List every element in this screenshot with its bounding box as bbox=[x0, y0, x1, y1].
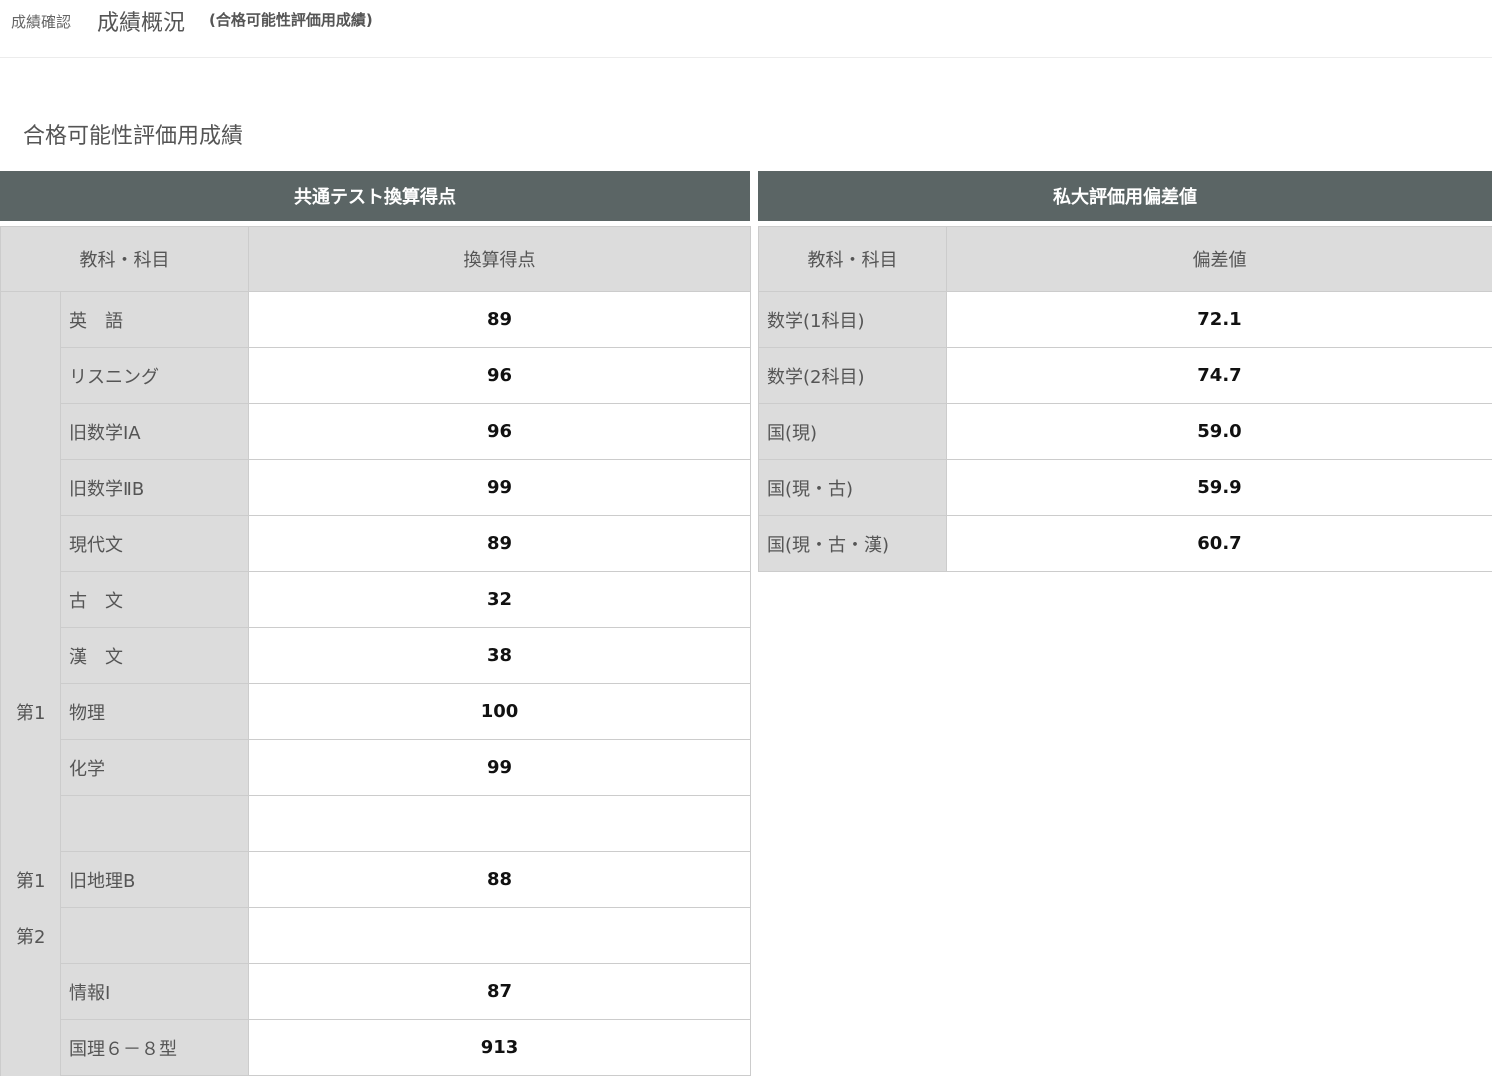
subject-cell: 物理 bbox=[60, 683, 249, 740]
band-private-univ: 私大評価用偏差値 bbox=[758, 171, 1492, 221]
table-row: 現代文 89 bbox=[1, 515, 751, 572]
table-row: 情報Ⅰ 87 bbox=[1, 963, 751, 1020]
score-cell: 87 bbox=[248, 963, 751, 1020]
table-row: 旧数学ⅠA 96 bbox=[1, 403, 751, 460]
table-row: 漢 文 38 bbox=[1, 627, 751, 684]
score-cell: 913 bbox=[248, 1019, 751, 1076]
page-title: 成績概況 bbox=[97, 11, 186, 36]
score-cell bbox=[248, 907, 751, 964]
score-cell: 32 bbox=[248, 571, 751, 628]
band-common-test: 共通テスト換算得点 bbox=[0, 171, 750, 221]
table-row: 古 文 32 bbox=[1, 571, 751, 628]
deviation-cell: 59.0 bbox=[946, 403, 1492, 460]
section-title: 合格可能性評価用成績 bbox=[23, 124, 244, 149]
score-cell: 99 bbox=[248, 459, 751, 516]
page-subtitle: (合格可能性評価用成績) bbox=[209, 11, 373, 29]
deviation-cell: 59.9 bbox=[946, 459, 1492, 516]
breadcrumb[interactable]: 成績確認 bbox=[11, 11, 71, 32]
table-row: 化学 99 bbox=[1, 739, 751, 796]
subject-cell: 旧地理B bbox=[60, 851, 249, 908]
subject-cell bbox=[60, 795, 249, 852]
score-cell: 100 bbox=[248, 683, 751, 740]
deviation-cell: 74.7 bbox=[946, 347, 1492, 404]
score-cell: 99 bbox=[248, 739, 751, 796]
col-header-score: 換算得点 bbox=[248, 226, 751, 292]
subject-cell: 数学(1科目) bbox=[758, 291, 947, 348]
table-row: 数学(2科目) 74.7 bbox=[758, 347, 1492, 404]
group-label-1: 第1 bbox=[16, 703, 46, 724]
table-row: 国(現・古・漢) 60.7 bbox=[758, 515, 1492, 572]
score-cell: 88 bbox=[248, 851, 751, 908]
table-row: 国理６－８型 913 bbox=[1, 1019, 751, 1076]
subject-cell: 旧数学ⅡB bbox=[60, 459, 249, 516]
subject-cell: 国理６－８型 bbox=[60, 1019, 249, 1076]
subject-cell: 国(現) bbox=[758, 403, 947, 460]
table-row: 旧地理B 88 bbox=[1, 851, 751, 908]
col-header-deviation: 偏差値 bbox=[946, 226, 1492, 292]
subject-cell: 国(現・古) bbox=[758, 459, 947, 516]
group-label-2: 第1 bbox=[16, 871, 46, 892]
subject-cell: 数学(2科目) bbox=[758, 347, 947, 404]
subject-cell: 漢 文 bbox=[60, 627, 249, 684]
col-header-subject-right: 教科・科目 bbox=[758, 226, 947, 292]
table-row: リスニング 96 bbox=[1, 347, 751, 404]
table-row bbox=[1, 907, 751, 964]
private-univ-deviation-table: 教科・科目 偏差値 数学(1科目) 72.1 数学(2科目) 74.7 国(現) 59.0… bbox=[758, 226, 1492, 572]
subject-cell: 英 語 bbox=[60, 291, 249, 348]
deviation-cell: 60.7 bbox=[946, 515, 1492, 572]
score-cell: 38 bbox=[248, 627, 751, 684]
subject-cell: 現代文 bbox=[60, 515, 249, 572]
subject-cell bbox=[60, 907, 249, 964]
table-row: 物理 100 bbox=[1, 683, 751, 740]
group-label-3: 第2 bbox=[16, 927, 46, 948]
subject-cell: 国(現・古・漢) bbox=[758, 515, 947, 572]
subject-cell: 情報Ⅰ bbox=[60, 963, 249, 1020]
score-cell bbox=[248, 795, 751, 852]
top-header: 成績確認 成績概況 (合格可能性評価用成績) bbox=[0, 0, 1492, 58]
group-column bbox=[0, 291, 61, 1076]
table-row: 数学(1科目) 72.1 bbox=[758, 291, 1492, 348]
subject-cell: 化学 bbox=[60, 739, 249, 796]
score-cell: 89 bbox=[248, 291, 751, 348]
deviation-cell: 72.1 bbox=[946, 291, 1492, 348]
table-row: 旧数学ⅡB 99 bbox=[1, 459, 751, 516]
table-row: 国(現) 59.0 bbox=[758, 403, 1492, 460]
common-test-score-table: 教科・科目 換算得点 英 語 89 リスニング 96 旧数学ⅠA 96 旧数学ⅡB 99 現代文… bbox=[0, 226, 751, 1076]
score-cell: 96 bbox=[248, 403, 751, 460]
subject-cell: 旧数学ⅠA bbox=[60, 403, 249, 460]
col-header-subject: 教科・科目 bbox=[0, 226, 249, 292]
table-row: 国(現・古) 59.9 bbox=[758, 459, 1492, 516]
subject-cell: 古 文 bbox=[60, 571, 249, 628]
table-row bbox=[1, 795, 751, 852]
table-row: 英 語 89 bbox=[0, 291, 751, 1076]
subject-cell: リスニング bbox=[60, 347, 249, 404]
score-cell: 89 bbox=[248, 515, 751, 572]
score-cell: 96 bbox=[248, 347, 751, 404]
